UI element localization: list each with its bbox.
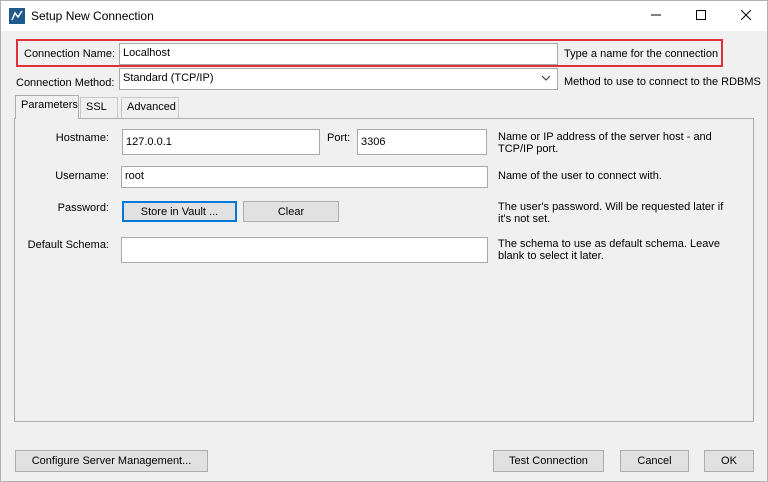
clear-password-button[interactable]: Clear — [243, 201, 339, 222]
default-schema-help: The schema to use as default schema. Lea… — [498, 238, 720, 262]
password-help: The user's password. Will be requested l… — [498, 201, 724, 225]
window-title: Setup New Connection — [31, 9, 154, 23]
port-input[interactable]: 3306 — [357, 129, 487, 155]
close-button[interactable] — [723, 1, 768, 31]
tab-advanced[interactable]: Advanced — [121, 97, 179, 118]
mysql-workbench-icon — [9, 8, 25, 24]
connection-method-help: Method to use to connect to the RDBMS — [564, 76, 761, 88]
hostname-label: Hostname: — [55, 132, 109, 144]
connection-name-help: Type a name for the connection — [564, 48, 719, 60]
connection-name-label: Connection Name: — [24, 48, 116, 60]
store-in-vault-button[interactable]: Store in Vault ... — [122, 201, 237, 222]
connection-method-select[interactable]: Standard (TCP/IP) — [119, 68, 558, 90]
username-help: Name of the user to connect with. — [498, 170, 662, 182]
maximize-icon — [696, 9, 706, 23]
hostname-help: Name or IP address of the server host - … — [498, 131, 712, 155]
default-schema-input[interactable] — [121, 237, 488, 263]
minimize-icon — [651, 10, 661, 23]
cancel-button[interactable]: Cancel — [620, 450, 689, 472]
tab-ssl[interactable]: SSL — [80, 97, 118, 118]
ok-button[interactable]: OK — [704, 450, 754, 472]
connection-name-input[interactable]: Localhost — [119, 43, 558, 65]
close-icon — [740, 9, 752, 23]
maximize-button[interactable] — [678, 1, 724, 31]
configure-server-management-button[interactable]: Configure Server Management... — [15, 450, 208, 472]
default-schema-label: Default Schema: — [27, 239, 109, 251]
username-label: Username: — [55, 170, 109, 182]
minimize-button[interactable] — [633, 1, 679, 31]
parameters-panel — [14, 118, 754, 422]
connection-method-value: Standard (TCP/IP) — [123, 72, 214, 84]
title-bar: Setup New Connection — [1, 1, 767, 31]
hostname-input[interactable]: 127.0.0.1 — [122, 129, 320, 155]
tab-parameters[interactable]: Parameters — [15, 95, 79, 119]
port-label: Port: — [327, 132, 351, 144]
dialog-window: Setup New Connection Connection Name: Lo… — [0, 0, 768, 482]
username-input[interactable]: root — [121, 166, 488, 188]
test-connection-button[interactable]: Test Connection — [493, 450, 604, 472]
password-label: Password: — [57, 202, 109, 214]
chevron-down-icon — [541, 73, 551, 85]
connection-method-label: Connection Method: — [16, 77, 115, 89]
